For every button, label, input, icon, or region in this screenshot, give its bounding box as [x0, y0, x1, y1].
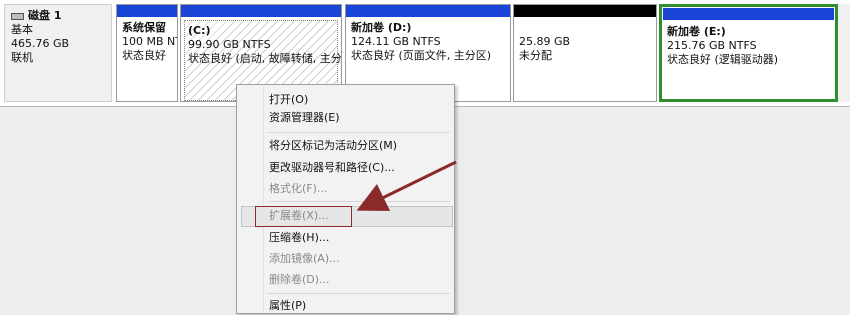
annotation-arrow: [356, 160, 457, 211]
